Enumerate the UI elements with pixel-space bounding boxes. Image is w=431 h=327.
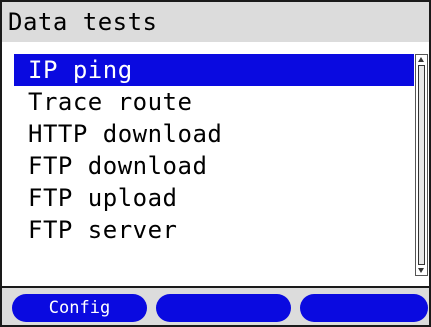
config-softkey[interactable]: Config bbox=[12, 294, 147, 322]
title-bar: Data tests bbox=[0, 0, 431, 44]
menu-item-ip-ping[interactable]: IP ping bbox=[14, 54, 414, 86]
softkey-2[interactable] bbox=[156, 294, 291, 322]
menu-item-http-download[interactable]: HTTP download bbox=[14, 118, 414, 150]
scroll-up-arrow-icon[interactable] bbox=[418, 57, 424, 62]
menu-list: IP ping Trace route HTTP download FTP do… bbox=[14, 54, 414, 246]
menu-item-ftp-download[interactable]: FTP download bbox=[14, 150, 414, 182]
menu-item-trace-route[interactable]: Trace route bbox=[14, 86, 414, 118]
menu-item-ftp-upload[interactable]: FTP upload bbox=[14, 182, 414, 214]
scroll-down-arrow-icon[interactable] bbox=[418, 268, 424, 273]
scrollbar[interactable] bbox=[415, 54, 428, 276]
softkey-3[interactable] bbox=[300, 294, 428, 322]
device-screen: Data tests IP ping Trace route HTTP down… bbox=[0, 0, 431, 327]
softkey-bar: Config bbox=[0, 288, 431, 327]
page-title: Data tests bbox=[8, 8, 158, 36]
scroll-thumb[interactable] bbox=[418, 65, 425, 265]
menu-panel: IP ping Trace route HTTP download FTP do… bbox=[0, 42, 431, 288]
menu-item-ftp-server[interactable]: FTP server bbox=[14, 214, 414, 246]
